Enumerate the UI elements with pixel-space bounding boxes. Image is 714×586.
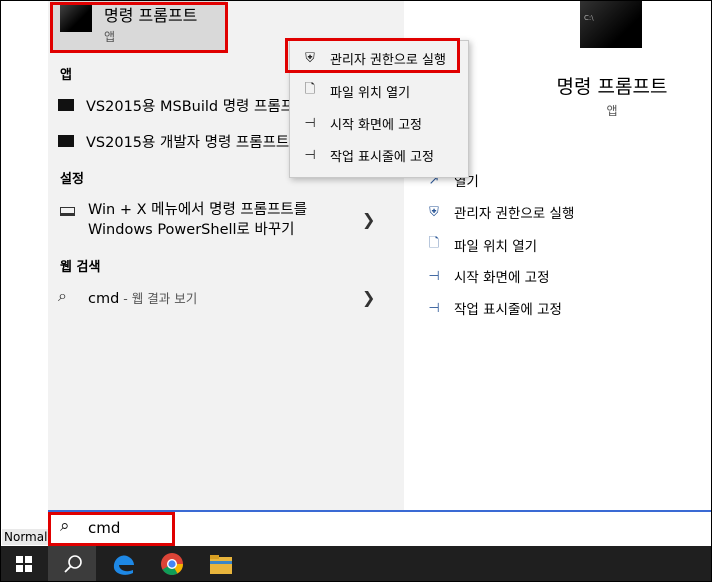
details-subtitle: 앱 bbox=[606, 104, 618, 118]
setting-line-1: Win + X 메뉴에서 명령 프롬프트를 bbox=[88, 202, 308, 218]
console-icon bbox=[58, 99, 74, 111]
action-run-as-admin[interactable]: ⛨ 관리자 권한으로 실행 bbox=[426, 202, 575, 223]
action-pin-to-taskbar[interactable]: ⊣ 작업 표시줄에 고정 bbox=[426, 298, 562, 319]
document-icon: 🗋 bbox=[428, 236, 440, 251]
action-open-file-location[interactable]: 🗋 파일 위치 열기 bbox=[426, 234, 537, 256]
console-icon bbox=[58, 135, 74, 147]
command-prompt-icon bbox=[60, 4, 92, 32]
command-prompt-large-icon bbox=[580, 0, 642, 48]
pin-icon: ⊣ bbox=[428, 300, 440, 316]
edge-icon bbox=[113, 555, 134, 575]
search-icon bbox=[64, 555, 82, 573]
search-icon: ⌕ bbox=[60, 516, 70, 536]
web-suffix: - 웹 결과 보기 bbox=[119, 291, 198, 306]
setting-line-2: Windows PowerShell로 바꾸기 bbox=[88, 222, 295, 238]
taskbar-chrome[interactable] bbox=[148, 546, 196, 582]
context-item-pin-to-start[interactable]: ⊣ 시작 화면에 고정 bbox=[290, 110, 468, 136]
action-label: 작업 표시줄에 고정 bbox=[454, 302, 562, 318]
file-explorer-icon bbox=[210, 555, 232, 574]
context-item-label: 작업 표시줄에 고정 bbox=[330, 149, 434, 165]
search-icon: ⌕ bbox=[58, 286, 67, 305]
context-item-label: 시작 화면에 고정 bbox=[330, 117, 422, 133]
section-header-settings: 설정 bbox=[60, 172, 84, 187]
action-pin-to-start[interactable]: ⊣ 시작 화면에 고정 bbox=[426, 266, 550, 287]
chrome-icon bbox=[161, 553, 183, 575]
laptop-icon bbox=[60, 207, 75, 216]
details-title: 명령 프롬프트 bbox=[556, 76, 668, 98]
section-header-web: 웹 검색 bbox=[60, 260, 101, 275]
pin-icon: ⊣ bbox=[304, 115, 316, 131]
action-label: 파일 위치 열기 bbox=[454, 239, 538, 255]
windows-logo-icon bbox=[16, 556, 32, 572]
context-item-label: 파일 위치 열기 bbox=[330, 85, 411, 101]
context-item-open-file-location[interactable]: 🗋 파일 위치 열기 bbox=[290, 78, 468, 104]
taskbar-file-explorer[interactable] bbox=[197, 546, 245, 582]
desktop-style-label: Normal bbox=[2, 529, 50, 545]
best-match-subtitle: 앱 bbox=[104, 30, 116, 44]
thumb-text: C:\ bbox=[584, 14, 594, 22]
web-search-item[interactable]: ⌕ cmd - 웹 결과 보기 bbox=[58, 286, 388, 310]
app-item-msbuild[interactable]: VS2015용 MSBuild 명령 프롬프트 bbox=[58, 91, 290, 119]
pin-icon: ⊣ bbox=[428, 268, 440, 284]
context-item-label: 관리자 권한으로 실행 bbox=[330, 52, 446, 68]
chevron-right-icon[interactable]: ❯ bbox=[362, 210, 375, 229]
shield-icon: ⛨ bbox=[305, 50, 315, 66]
best-match-title: 명령 프롬프트 bbox=[104, 6, 198, 25]
section-header-apps: 앱 bbox=[60, 68, 72, 83]
app-item-label: VS2015용 개발자 명령 프롬프트 bbox=[86, 134, 290, 151]
shield-icon: ⛨ bbox=[429, 204, 439, 220]
app-item-dev-prompt[interactable]: VS2015용 개발자 명령 프롬프트 bbox=[58, 127, 290, 155]
chevron-right-icon[interactable]: ❯ bbox=[362, 288, 375, 307]
search-input[interactable]: cmd bbox=[88, 519, 120, 537]
setting-item-powershell-replace[interactable]: Win + X 메뉴에서 명령 프롬프트를 Windows PowerShell… bbox=[58, 200, 388, 244]
context-menu: ⛨ 관리자 권한으로 실행 🗋 파일 위치 열기 ⊣ 시작 화면에 고정 ⊣ 작… bbox=[289, 40, 469, 178]
taskbar-search-button[interactable] bbox=[48, 546, 96, 582]
document-icon: 🗋 bbox=[304, 82, 316, 97]
context-item-run-as-admin[interactable]: ⛨ 관리자 권한으로 실행 bbox=[290, 45, 468, 71]
search-bar[interactable] bbox=[48, 510, 712, 546]
app-item-label: VS2015용 MSBuild 명령 프롬프트 bbox=[86, 98, 290, 115]
desktop-background bbox=[0, 0, 48, 546]
context-item-pin-to-taskbar[interactable]: ⊣ 작업 표시줄에 고정 bbox=[290, 142, 468, 168]
taskbar-edge[interactable] bbox=[99, 546, 147, 582]
action-label: 시작 화면에 고정 bbox=[454, 270, 550, 286]
web-query: cmd bbox=[88, 291, 120, 307]
action-label: 관리자 권한으로 실행 bbox=[454, 206, 575, 222]
pin-icon: ⊣ bbox=[304, 147, 316, 163]
